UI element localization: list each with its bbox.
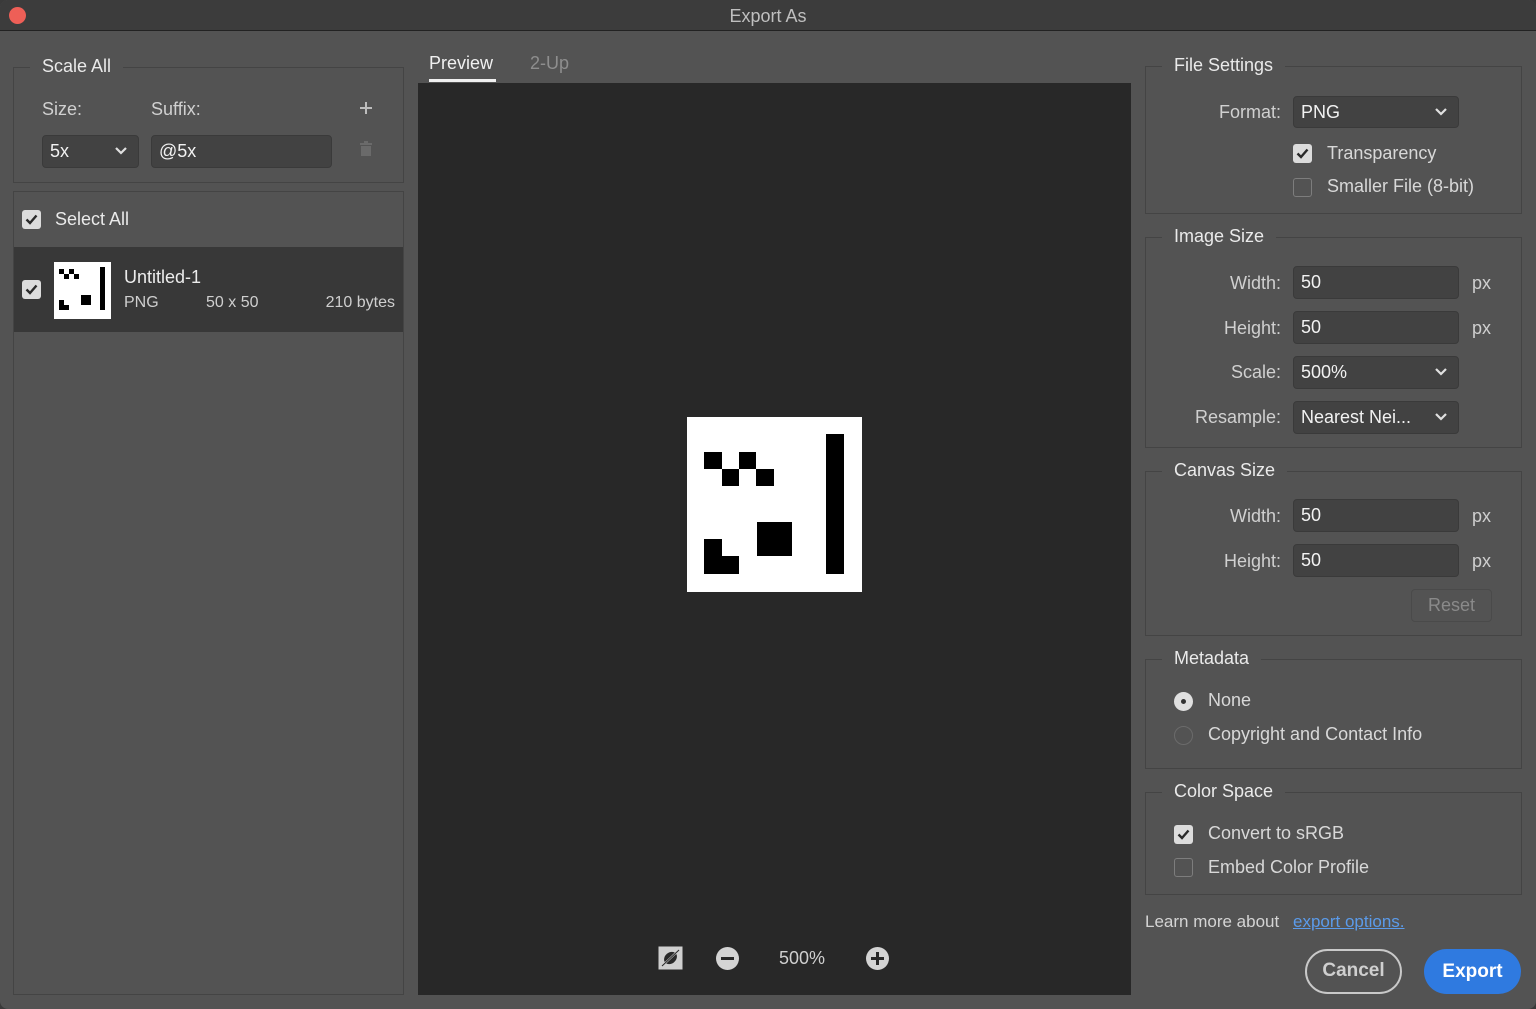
size-select[interactable]: 5x — [42, 135, 139, 168]
smaller-file-checkbox[interactable] — [1293, 178, 1312, 197]
metadata-copyright-radio[interactable] — [1174, 726, 1193, 745]
canvas-width-value: 50 — [1301, 505, 1322, 525]
select-all-label: Select All — [55, 209, 130, 229]
asset-list: Select All Untitled-1 PNG 50 x 50 210 by… — [13, 191, 404, 995]
metadata-legend: Metadata — [1162, 648, 1262, 669]
metadata-group: Metadata — [1145, 648, 1522, 769]
zoom-out-icon — [716, 947, 739, 970]
format-select-value: PNG — [1301, 102, 1341, 122]
checkmark-icon — [1177, 829, 1190, 840]
trash-icon — [360, 141, 372, 156]
select-all-checkbox[interactable] — [22, 210, 41, 229]
image-width-input[interactable]: 50 — [1293, 266, 1459, 299]
image-width-label: Width: — [1229, 273, 1281, 293]
export-as-dialog: Export As Scale All Size: Suffix: 5x @5x… — [0, 0, 1536, 1009]
suffix-input-value: @5x — [159, 141, 197, 161]
transparency-checkbox[interactable] — [1293, 144, 1312, 163]
canvas-width-unit: px — [1472, 506, 1492, 526]
canvas-height-unit: px — [1472, 551, 1492, 571]
reset-button[interactable]: Reset — [1411, 589, 1492, 622]
title-bar: Export As — [0, 0, 1536, 31]
canvas-width-label: Width: — [1229, 506, 1281, 526]
asset-file-size: 210 bytes — [325, 294, 395, 311]
color-space-legend: Color Space — [1162, 781, 1286, 802]
scale-all-legend: Scale All — [30, 56, 124, 77]
embed-profile-checkbox[interactable] — [1174, 858, 1193, 877]
image-height-input[interactable]: 50 — [1293, 311, 1459, 344]
suffix-label: Suffix: — [151, 99, 201, 119]
asset-thumbnail — [54, 262, 111, 319]
embed-profile-label: Embed Color Profile — [1208, 857, 1370, 877]
asset-checkbox[interactable] — [22, 280, 41, 299]
window-title: Export As — [729, 6, 807, 26]
asset-dimensions: 50 x 50 — [206, 294, 259, 311]
size-label: Size: — [42, 99, 83, 119]
transparency-label: Transparency — [1327, 143, 1437, 163]
tab-preview[interactable]: Preview — [429, 53, 493, 74]
zoom-out-button[interactable] — [716, 947, 739, 970]
size-select-value: 5x — [50, 141, 70, 161]
image-width-unit: px — [1472, 273, 1492, 293]
smaller-file-label: Smaller File (8-bit) — [1327, 176, 1475, 196]
metadata-copyright-label: Copyright and Contact Info — [1208, 724, 1423, 744]
canvas-height-label: Height: — [1223, 551, 1281, 571]
plus-icon — [360, 102, 372, 114]
canvas-width-input[interactable]: 50 — [1293, 499, 1459, 532]
chevron-down-icon — [1435, 108, 1447, 116]
export-button[interactable]: Export — [1424, 949, 1521, 994]
image-height-unit: px — [1472, 318, 1492, 338]
resample-label: Resample: — [1194, 407, 1281, 427]
learn-more-text: Learn more about — [1145, 912, 1280, 931]
canvas-height-value: 50 — [1301, 550, 1322, 570]
active-tab-indicator — [429, 79, 496, 82]
resample-select-value: Nearest Nei... — [1301, 407, 1412, 427]
checkmark-icon — [1296, 148, 1309, 159]
preview-image — [687, 417, 862, 592]
format-select[interactable]: PNG — [1293, 96, 1459, 128]
canvas-size-legend: Canvas Size — [1162, 460, 1288, 481]
toggle-background-button[interactable] — [658, 946, 683, 970]
canvas-height-input[interactable]: 50 — [1293, 544, 1459, 577]
checkmark-icon — [25, 284, 38, 295]
chevron-down-icon — [1435, 368, 1447, 376]
scale-select[interactable]: 500% — [1293, 356, 1459, 389]
convert-srgb-checkbox[interactable] — [1174, 825, 1193, 844]
image-height-label: Height: — [1223, 318, 1281, 338]
toggle-background-icon — [658, 946, 683, 970]
tab-2-up[interactable]: 2-Up — [530, 53, 569, 74]
add-scale-button[interactable] — [358, 100, 374, 116]
convert-srgb-label: Convert to sRGB — [1208, 823, 1345, 843]
chevron-down-icon — [1435, 413, 1447, 421]
zoom-in-button[interactable] — [866, 947, 889, 970]
scale-select-value: 500% — [1301, 362, 1348, 382]
file-settings-legend: File Settings — [1162, 55, 1286, 76]
image-width-value: 50 — [1301, 272, 1322, 292]
checkmark-icon — [25, 214, 38, 225]
resample-select[interactable]: Nearest Nei... — [1293, 401, 1459, 434]
cancel-button[interactable]: Cancel — [1305, 949, 1402, 994]
scale-label: Scale: — [1230, 362, 1281, 382]
select-all-row[interactable]: Select All — [14, 192, 403, 247]
chevron-down-icon — [115, 147, 127, 155]
image-size-legend: Image Size — [1162, 226, 1277, 247]
zoom-level: 500% — [779, 948, 826, 968]
asset-name: Untitled-1 — [124, 267, 202, 287]
format-label: Format: — [1218, 102, 1281, 122]
delete-scale-button[interactable] — [359, 141, 373, 157]
suffix-input[interactable]: @5x — [151, 135, 332, 168]
image-height-value: 50 — [1301, 317, 1322, 337]
export-options-link[interactable]: export options. — [1293, 912, 1405, 932]
metadata-none-radio[interactable] — [1174, 692, 1193, 711]
zoom-toolbar: 500% — [418, 943, 1131, 973]
metadata-none-label: None — [1208, 690, 1252, 710]
preview-canvas[interactable]: 500% — [418, 83, 1131, 995]
zoom-in-icon — [866, 947, 889, 970]
asset-list-item[interactable]: Untitled-1 PNG 50 x 50 210 bytes — [14, 247, 403, 332]
asset-format: PNG — [124, 294, 159, 311]
